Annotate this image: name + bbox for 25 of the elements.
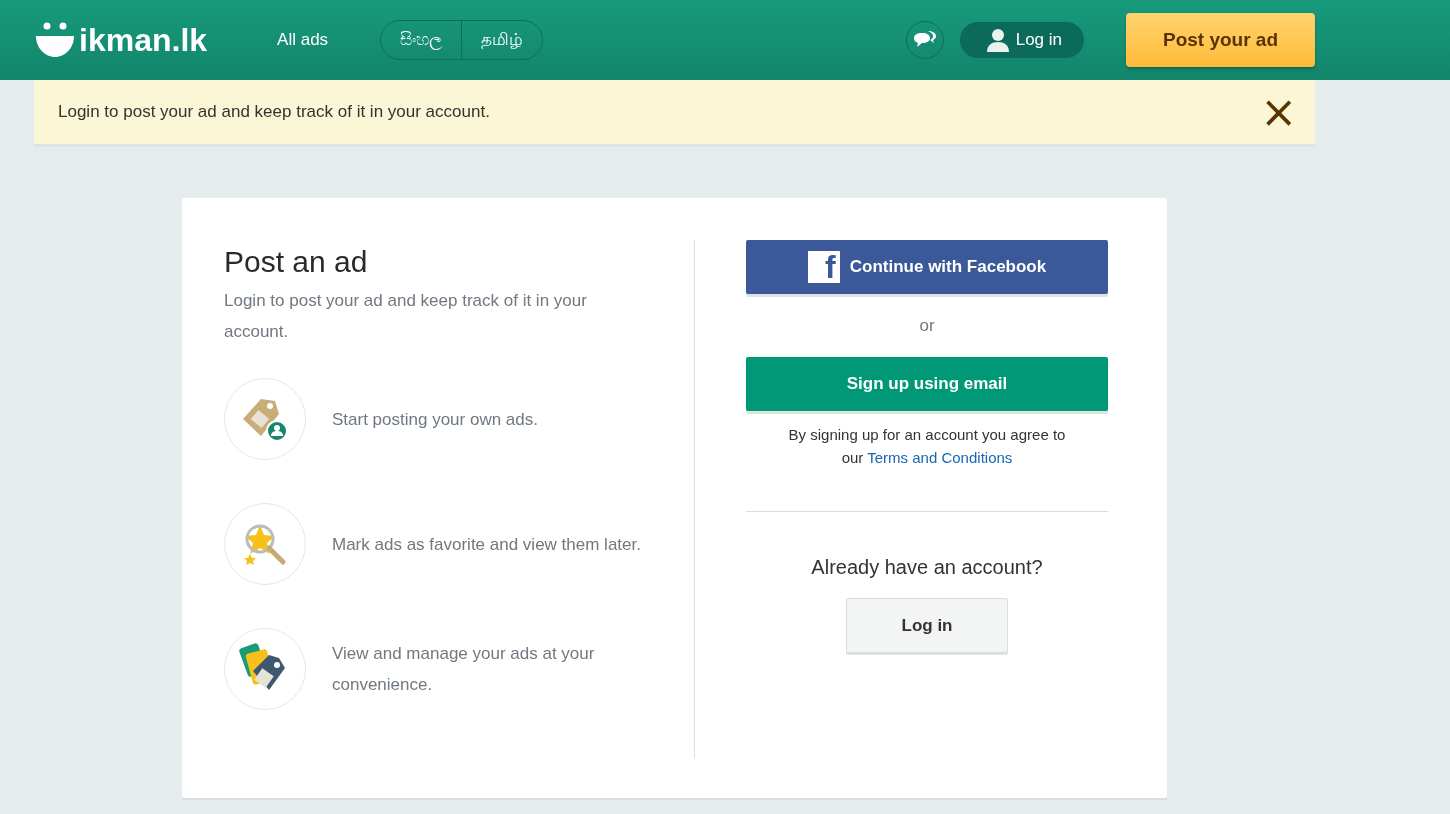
feature-text: Mark ads as favorite and view them later. [332,533,641,556]
all-ads-link[interactable]: All ads [277,30,329,50]
card-subtitle: Login to post your ad and keep track of it in your account. [224,290,588,343]
card-title: Post an ad [224,245,369,279]
site-logo[interactable]: ikman.lk [35,21,208,59]
language-link[interactable]: தமிழ் [461,21,543,59]
chat-bubbles-icon [912,30,937,50]
feature-text: View and manage your ads at your convenience. [332,643,596,696]
notice-text: Login to post your ad and keep track of it in your account. [58,102,490,122]
terms-text: By signing up for an account you agree to our Terms and Conditions [787,425,1067,468]
terms-link[interactable]: Terms and Conditions [867,449,1013,466]
facebook-button[interactable]: f Continue with Facebook [746,240,1108,294]
close-button[interactable]: × [1260,90,1297,134]
smiley-logo-icon [35,22,75,58]
or-separator-text: or [919,316,935,336]
login-button[interactable]: Log in [959,22,1084,58]
user-icon [985,28,1010,52]
post-ad-button[interactable]: Post your ad [1126,13,1315,67]
facebook-logo-icon: f [807,251,840,283]
login-button[interactable]: Log in [846,598,1008,653]
language-link[interactable]: සිංහල [381,21,462,59]
feature-text: Start posting your own ads. [332,408,538,431]
email-signup-button[interactable]: Sign up using email [746,357,1108,411]
already-account-text: Already have an account? [811,556,1043,579]
logo-text: ikman.lk [79,21,208,59]
